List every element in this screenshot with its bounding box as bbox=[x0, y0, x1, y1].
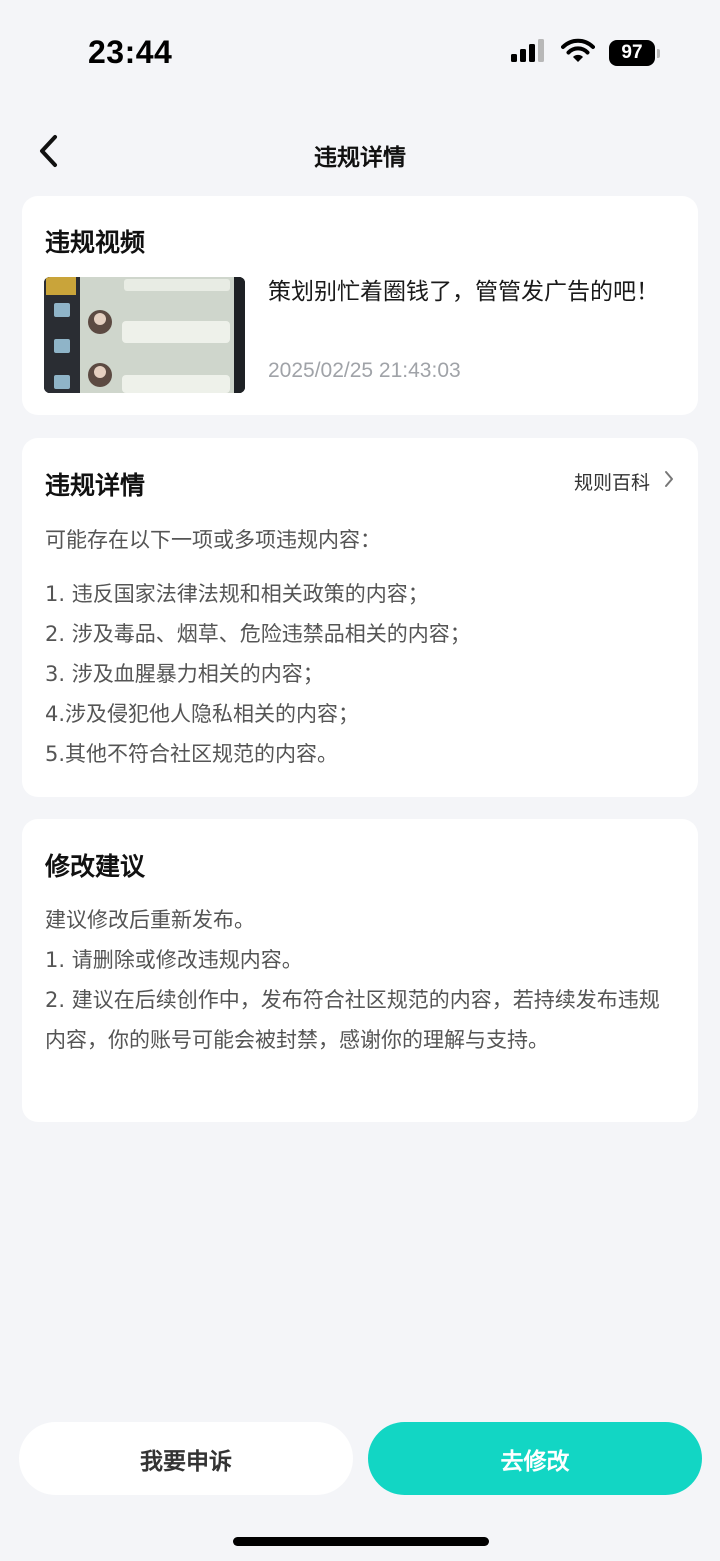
detail-intro: 可能存在以下一项或多项违规内容： bbox=[45, 528, 381, 552]
rules-link-label: 规则百科 bbox=[573, 472, 650, 494]
rules-encyclopedia-link[interactable]: 规则百科 bbox=[574, 468, 674, 495]
violation-list: 1. 违反国家法律法规和相关政策的内容； 2. 涉及毒品、烟草、危险违禁品相关的… bbox=[45, 574, 471, 774]
video-thumbnail[interactable] bbox=[44, 277, 245, 393]
cellular-signal-icon bbox=[511, 39, 547, 67]
video-timestamp: 2025/02/25 21:43:03 bbox=[268, 359, 461, 382]
list-item: 4.涉及侵犯他人隐私相关的内容； bbox=[45, 702, 360, 726]
suggestion-line: 1. 请删除或修改违规内容。 bbox=[45, 948, 303, 972]
suggestion-line: 建议修改后重新发布。 bbox=[45, 908, 255, 932]
page-title: 违规详情 bbox=[314, 145, 406, 171]
home-indicator bbox=[233, 1537, 489, 1546]
list-item: 5.其他不符合社区规范的内容。 bbox=[45, 742, 339, 766]
modify-button[interactable]: 去修改 bbox=[368, 1422, 702, 1495]
status-indicators: 97 bbox=[511, 38, 660, 68]
chevron-right-icon bbox=[664, 470, 674, 493]
battery-icon: 97 bbox=[609, 40, 660, 66]
wifi-icon bbox=[561, 38, 595, 68]
video-card-title: 违规视频 bbox=[45, 228, 146, 257]
battery-level: 97 bbox=[609, 40, 655, 66]
suggestion-line: 2. 建议在后续创作中，发布符合社区规范的内容，若持续发布违规内容，你的账号可能… bbox=[45, 988, 660, 1052]
suggestion-body: 建议修改后重新发布。 1. 请删除或修改违规内容。 2. 建议在后续创作中，发布… bbox=[45, 900, 680, 1060]
list-item: 2. 涉及毒品、烟草、危险违禁品相关的内容； bbox=[45, 622, 471, 646]
status-time: 23:44 bbox=[88, 34, 173, 70]
list-item: 3. 涉及血腥暴力相关的内容； bbox=[45, 662, 324, 686]
suggestion-card: 修改建议 建议修改后重新发布。 1. 请删除或修改违规内容。 2. 建议在后续创… bbox=[22, 819, 698, 1122]
detail-card-title: 违规详情 bbox=[45, 471, 146, 500]
status-bar: 23:44 97 bbox=[0, 0, 720, 100]
suggest-card-title: 修改建议 bbox=[45, 852, 146, 881]
list-item: 1. 违反国家法律法规和相关政策的内容； bbox=[45, 582, 429, 606]
violation-video-card: 违规视频 策划别忙着圈钱了，管管发广告的吧！ 2025/02/25 21:43:… bbox=[22, 196, 698, 415]
appeal-button[interactable]: 我要申诉 bbox=[19, 1422, 353, 1495]
violation-detail-card: 违规详情 规则百科 可能存在以下一项或多项违规内容： 1. 违反国家法律法规和相… bbox=[22, 438, 698, 797]
nav-bar: 违规详情 bbox=[0, 118, 720, 188]
video-caption: 策划别忙着圈钱了，管管发广告的吧！ bbox=[268, 279, 659, 305]
